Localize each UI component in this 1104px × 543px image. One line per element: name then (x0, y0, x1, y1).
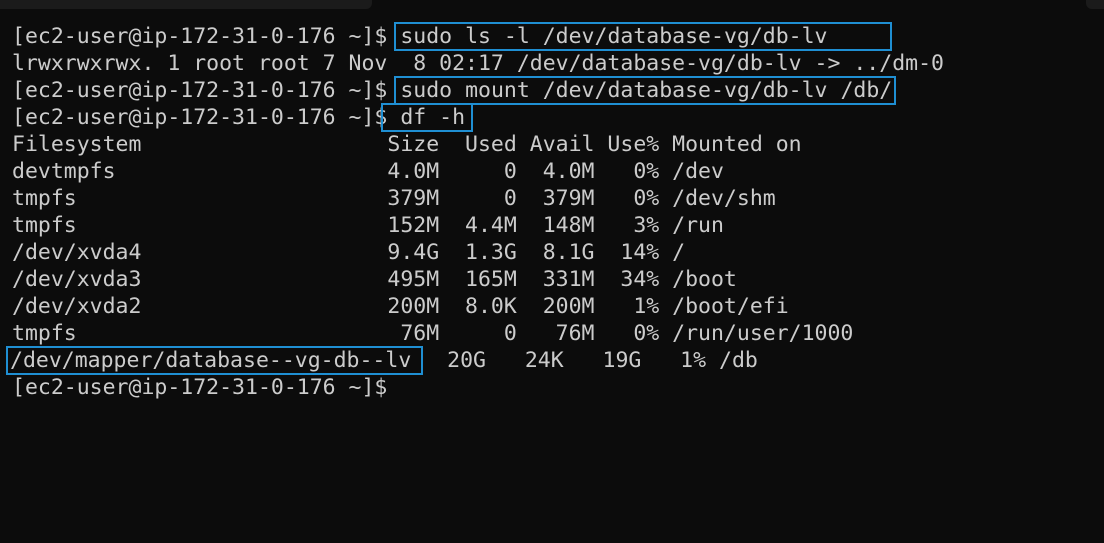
df-row: /dev/xvda2 200M 8.0K 200M 1% /boot/efi (12, 294, 789, 319)
df-row: tmpfs 152M 4.4M 148M 3% /run (12, 213, 724, 238)
shell-prompt: [ec2-user@ip-172-31-0-176 ~]$ (12, 375, 388, 400)
terminal-line: [ec2-user@ip-172-31-0-176 ~]$ sudo ls -l… (12, 22, 1104, 51)
df-row-db-values: 20G 24K 19G 1% /db (421, 348, 758, 373)
highlighted-command-mount: sudo mount /dev/database-vg/db-lv /db/ (394, 76, 897, 105)
shell-prompt: [ec2-user@ip-172-31-0-176 ~]$ (12, 78, 388, 103)
df-row: devtmpfs 4.0M 0 4.0M 0% /dev (12, 159, 724, 184)
df-header-row: Filesystem Size Used Avail Use% Mounted … (12, 132, 802, 157)
df-row-db: /dev/mapper/database--vg-db--lv 20G 24K … (5, 346, 1104, 375)
highlighted-command-ls: sudo ls -l /dev/database-vg/db-lv (394, 22, 892, 51)
terminal-line: [ec2-user@ip-172-31-0-176 ~]$ (12, 374, 1104, 401)
window-controls-area (1086, 0, 1104, 9)
terminal-window[interactable]: [ec2-user@ip-172-31-0-176 ~]$ sudo ls -l… (0, 0, 1104, 543)
shell-prompt: [ec2-user@ip-172-31-0-176 ~]$ (12, 24, 388, 49)
df-row: tmpfs 379M 0 379M 0% /dev/shm (12, 186, 776, 211)
highlighted-filesystem-db: /dev/mapper/database--vg-db--lv (5, 346, 424, 375)
terminal-tab[interactable] (0, 0, 372, 9)
tab-strip (0, 0, 1104, 9)
highlighted-command-df: df -h (381, 103, 474, 132)
shell-prompt: [ec2-user@ip-172-31-0-176 ~]$ (12, 105, 388, 130)
terminal-output-line: lrwxrwxrwx. 1 root root 7 Nov 8 02:17 /d… (12, 51, 944, 76)
df-row: /dev/xvda4 9.4G 1.3G 8.1G 14% / (12, 240, 686, 265)
terminal-line: [ec2-user@ip-172-31-0-176 ~]$ sudo mount… (12, 76, 1104, 105)
df-row: /dev/xvda3 495M 165M 331M 34% /boot (12, 267, 737, 292)
df-row: tmpfs 76M 0 76M 0% /run/user/1000 (12, 321, 854, 346)
terminal-line: [ec2-user@ip-172-31-0-176 ~]$ df -h (12, 103, 1104, 132)
